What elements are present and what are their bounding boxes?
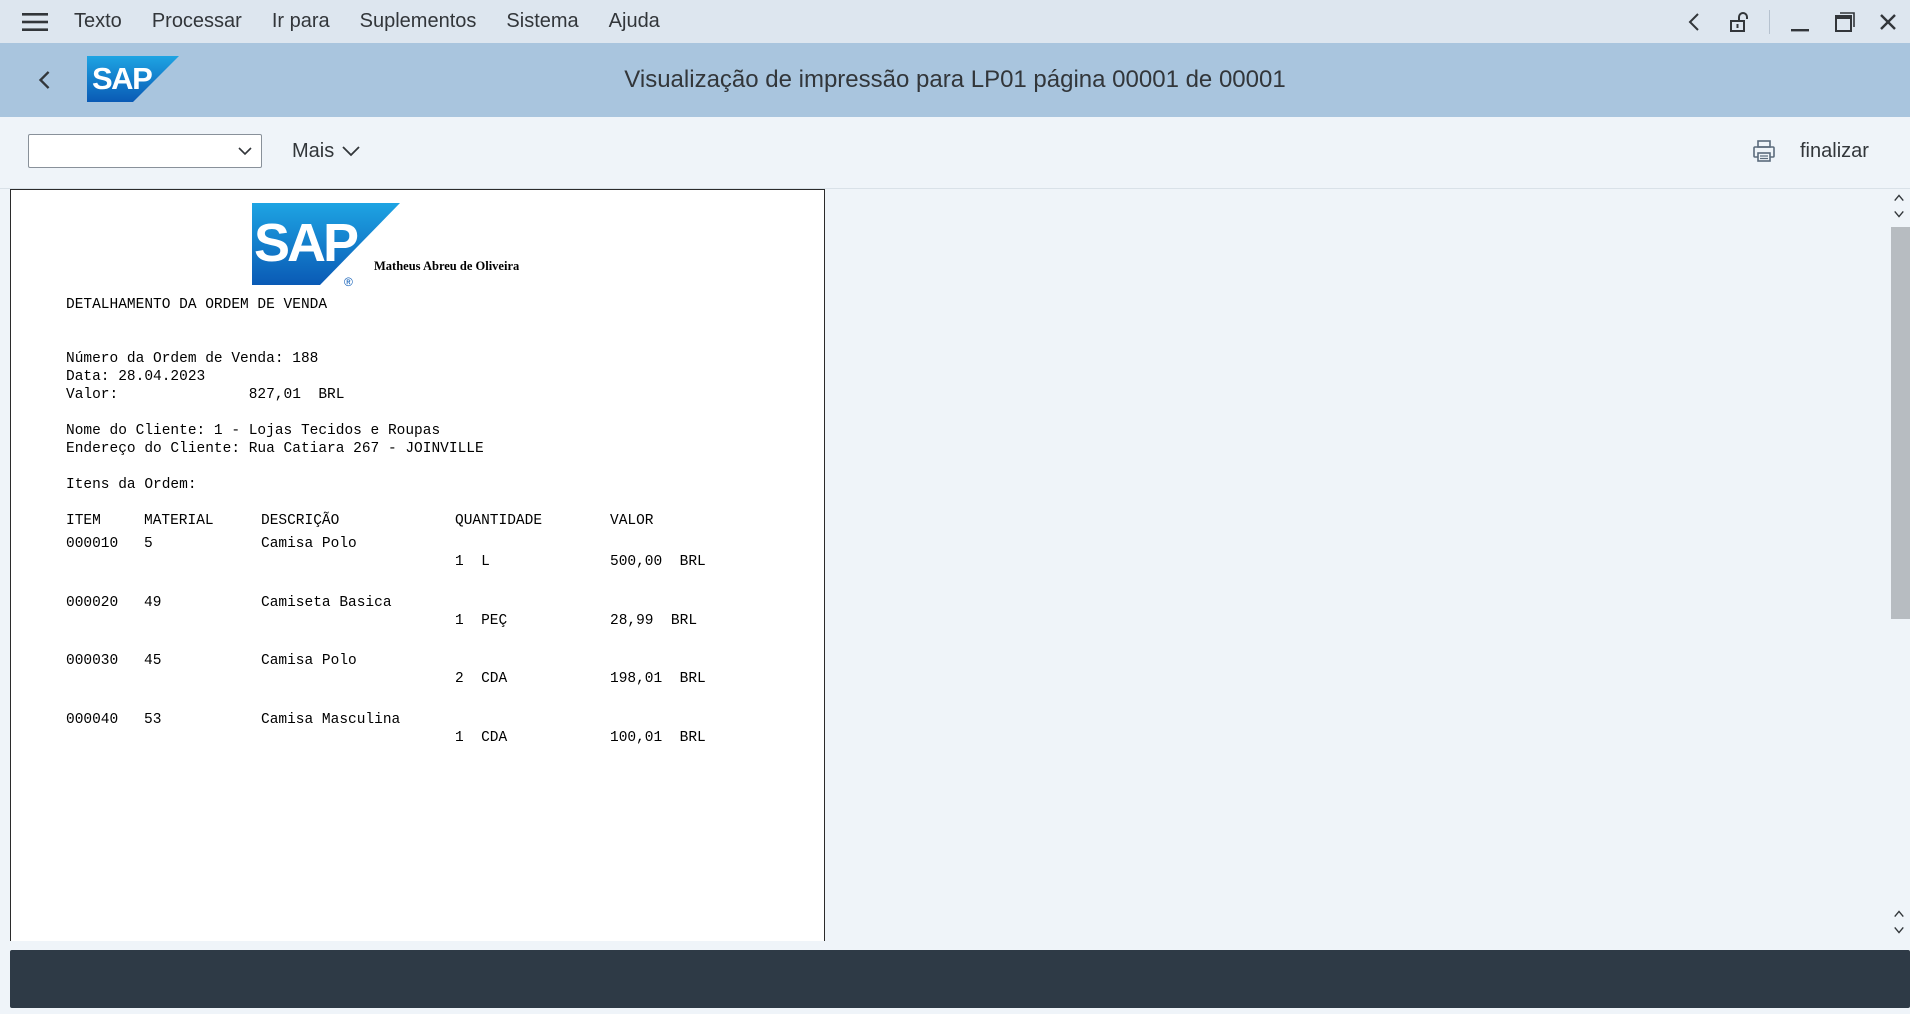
row-quantity: 1 CDA xyxy=(455,730,508,746)
sap-logo: SAP xyxy=(87,56,179,102)
print-page: SAP ® Matheus Abreu de Oliveira DETALHAM… xyxy=(10,189,825,941)
window-controls xyxy=(1673,0,1910,43)
back-button[interactable] xyxy=(26,61,64,99)
row-material: 5 xyxy=(144,536,153,552)
customer-address-line: Endereço do Cliente: Rua Catiara 267 - J… xyxy=(66,441,484,457)
svg-text:®: ® xyxy=(344,275,353,287)
document-author: Matheus Abreu de Oliveira xyxy=(374,259,520,273)
print-button[interactable] xyxy=(1748,135,1780,167)
row-item: 000010 xyxy=(66,536,119,552)
document-sap-logo: SAP ® xyxy=(252,203,400,287)
toolbar: Mais finalizar xyxy=(0,117,1910,189)
menu-item-ir-para[interactable]: Ir para xyxy=(257,10,345,33)
row-value: 28,99 BRL xyxy=(610,613,698,629)
row-description: Camisa Masculina xyxy=(261,712,401,728)
printer-icon xyxy=(1753,140,1775,162)
row-item: 000020 xyxy=(66,595,119,611)
scroll-down-icon[interactable] xyxy=(1892,207,1906,221)
row-material: 53 xyxy=(144,712,162,728)
row-material: 49 xyxy=(144,595,162,611)
scroll-up-icon[interactable] xyxy=(1892,907,1906,921)
menu-item-texto[interactable]: Texto xyxy=(70,10,137,33)
row-description: Camiseta Basica xyxy=(261,595,392,611)
row-value: 100,01 BRL xyxy=(610,730,706,746)
scroll-up-icon[interactable] xyxy=(1892,191,1906,205)
column-header-description: DESCRIÇÃO xyxy=(261,513,340,529)
row-value: 500,00 BRL xyxy=(610,554,706,570)
row-quantity: 2 CDA xyxy=(455,671,508,687)
menu-item-processar[interactable]: Processar xyxy=(137,10,257,33)
menu-item-ajuda[interactable]: Ajuda xyxy=(594,10,675,33)
menu-item-sistema[interactable]: Sistema xyxy=(491,10,593,33)
finish-button[interactable]: finalizar xyxy=(1800,135,1869,167)
title-bar: SAP Visualização de impressão para LP01 … xyxy=(0,43,1910,117)
document-heading: DETALHAMENTO DA ORDEM DE VENDA xyxy=(66,297,328,313)
order-date-line: Data: 28.04.2023 xyxy=(66,369,206,385)
column-header-value: VALOR xyxy=(610,513,654,529)
minimize-icon[interactable] xyxy=(1778,0,1822,43)
collapse-chevron-icon[interactable] xyxy=(1673,0,1717,43)
maximize-icon[interactable] xyxy=(1822,0,1866,43)
row-value: 198,01 BRL xyxy=(610,671,706,687)
order-value-line: Valor: 827,01 BRL xyxy=(66,387,345,403)
chevron-down-icon xyxy=(238,147,252,156)
unlock-icon[interactable] xyxy=(1717,0,1761,43)
more-label: Mais xyxy=(292,139,335,162)
column-header-quantity: QUANTIDADE xyxy=(455,513,543,529)
menu-items: Texto Processar Ir para Suplementos Sist… xyxy=(70,0,675,43)
svg-text:SAP: SAP xyxy=(254,213,358,273)
customer-name-line: Nome do Cliente: 1 - Lojas Tecidos e Rou… xyxy=(66,423,441,439)
command-dropdown[interactable] xyxy=(28,134,262,168)
back-arrow-icon xyxy=(38,71,50,89)
scroll-down-icon[interactable] xyxy=(1892,923,1906,937)
vertical-scrollbar[interactable] xyxy=(1888,189,1910,941)
row-item: 000040 xyxy=(66,712,119,728)
column-header-item: ITEM xyxy=(66,513,101,529)
column-header-material: MATERIAL xyxy=(144,513,214,529)
hamburger-menu-icon[interactable] xyxy=(0,0,70,43)
chevron-down-icon xyxy=(342,146,360,157)
row-description: Camisa Polo xyxy=(261,653,357,669)
row-quantity: 1 L xyxy=(455,554,490,570)
close-icon[interactable] xyxy=(1866,0,1910,43)
scrollbar-thumb[interactable] xyxy=(1891,227,1910,619)
menu-item-suplementos[interactable]: Suplementos xyxy=(345,10,492,33)
status-bar xyxy=(10,950,1910,1008)
print-preview-area: SAP ® Matheus Abreu de Oliveira DETALHAM… xyxy=(0,189,1910,941)
menu-bar: Texto Processar Ir para Suplementos Sist… xyxy=(0,0,1910,43)
row-item: 000030 xyxy=(66,653,119,669)
svg-text:SAP: SAP xyxy=(92,61,152,96)
row-material: 45 xyxy=(144,653,162,669)
items-label: Itens da Ordem: xyxy=(66,477,197,493)
more-menu-button[interactable]: Mais xyxy=(292,135,360,167)
page-title: Visualização de impressão para LP01 pági… xyxy=(624,66,1286,93)
divider xyxy=(1769,9,1770,34)
order-number-line: Número da Ordem de Venda: 188 xyxy=(66,351,319,367)
row-quantity: 1 PEÇ xyxy=(455,613,508,629)
row-description: Camisa Polo xyxy=(261,536,357,552)
